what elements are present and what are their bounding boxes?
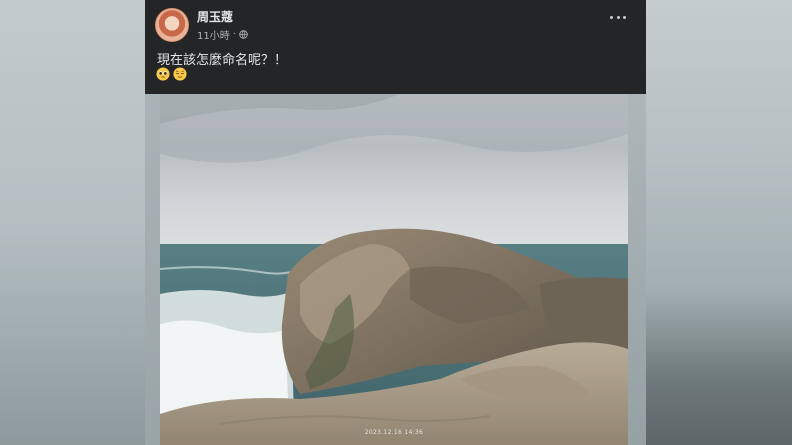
meta-separator: · — [232, 29, 236, 40]
post-header: 周玉蔻 11小時 · 現在該怎麼命名呢？！ — [145, 0, 646, 94]
photo-padding-left — [145, 94, 160, 445]
post-time[interactable]: 11小時 — [197, 27, 230, 42]
post-photo[interactable]: 2023.12.16 14:36 — [160, 94, 628, 445]
author-name[interactable]: 周玉蔻 — [197, 8, 233, 25]
background-right-blur — [645, 0, 792, 445]
coastal-rock-photo — [160, 94, 628, 445]
post-photo-container: 2023.12.16 14:36 — [145, 94, 646, 445]
avatar[interactable] — [155, 8, 189, 42]
relieved-face-emoji — [173, 67, 187, 81]
globe-icon — [239, 30, 248, 39]
photo-padding-right — [628, 94, 646, 445]
pleading-face-emoji — [156, 67, 170, 81]
post-meta: 11小時 · — [197, 27, 248, 42]
post-emojis — [156, 67, 187, 81]
post-text: 現在該怎麼命名呢？！ — [157, 53, 288, 68]
facebook-post: 周玉蔻 11小時 · 現在該怎麼命名呢？！ 2023.12.16 14:36 — [145, 0, 646, 445]
photo-timestamp: 2023.12.16 14:36 — [364, 429, 424, 436]
background-left-blur — [0, 0, 145, 445]
more-options-icon[interactable] — [610, 14, 626, 20]
